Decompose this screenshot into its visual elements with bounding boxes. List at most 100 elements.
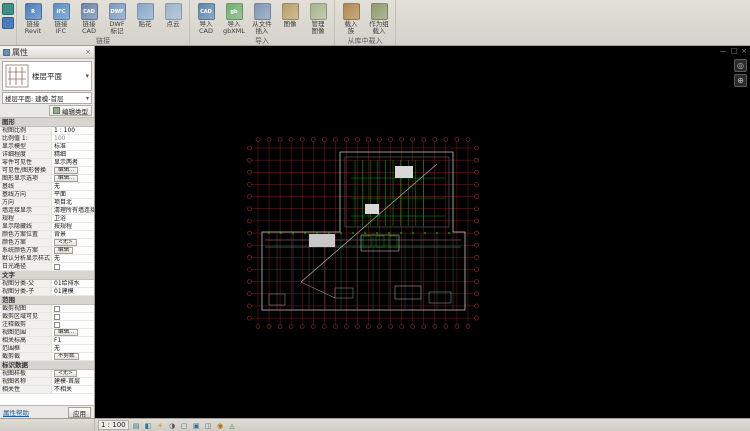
property-value[interactable]: 背景 (52, 231, 94, 238)
ribbon-button[interactable]: 载入 族 (337, 1, 365, 36)
property-label: 可见性/图形替换 (0, 167, 52, 174)
dwf-markup-icon: DWF (108, 3, 126, 20)
property-value[interactable]: 无 (52, 255, 94, 262)
property-checkbox[interactable] (54, 305, 60, 312)
property-label: 视图比例 (0, 127, 52, 134)
property-section-header[interactable]: 图形 (0, 118, 94, 127)
view-type-combo[interactable]: 楼层平面: 建模-首层 ▾ (2, 92, 92, 104)
ribbon-button[interactable]: 贴花 (131, 1, 159, 28)
property-value[interactable]: 精细 (52, 151, 94, 158)
property-value[interactable]: 按规程 (52, 223, 94, 230)
edit-type-button[interactable]: 编辑类型 (49, 105, 92, 116)
property-row: 方向 项目北 (0, 199, 94, 207)
type-selector[interactable]: 楼层平面 ▾ (2, 61, 92, 91)
ribbon-button[interactable]: 点云 (159, 1, 187, 28)
property-section-header[interactable]: 标识数据 (0, 361, 94, 370)
property-value[interactable]: 标准 (52, 143, 94, 150)
property-value[interactable]: F1 (52, 337, 94, 344)
status-bar-left-pad (0, 419, 95, 431)
properties-help-link[interactable]: 属性帮助 (3, 407, 29, 417)
property-label: 详细程度 (0, 151, 52, 158)
point-cloud-icon (164, 3, 182, 20)
ribbon-button-label: 从文件 插入 (252, 20, 272, 36)
property-value[interactable]: 卫浴 (52, 215, 94, 222)
load-as-group-icon (370, 3, 388, 20)
property-value[interactable]: 无 (52, 183, 94, 190)
property-edit-button[interactable]: 编辑... (54, 167, 79, 174)
property-value[interactable]: 不相关 (52, 386, 94, 393)
ribbon-button[interactable]: DWF DWF 标记 (103, 1, 131, 36)
property-value[interactable]: 平面 (52, 191, 94, 198)
apply-button[interactable]: 应用 (68, 406, 91, 418)
stub-select-icon[interactable] (2, 17, 14, 29)
property-value[interactable]: 项目北 (52, 199, 94, 206)
property-label: 显示隐藏线 (0, 223, 52, 230)
property-edit-button[interactable]: 编辑 (54, 247, 74, 254)
property-label: 系统颜色方案 (0, 247, 52, 254)
edit-type-label: 编辑类型 (62, 107, 88, 116)
view-restore-icon[interactable]: □ (731, 47, 738, 56)
reveal-hidden-elements-icon[interactable]: ◉ (215, 420, 226, 430)
property-checkbox[interactable] (54, 263, 60, 270)
property-value[interactable]: 建模-首层 (52, 378, 94, 385)
property-value[interactable]: 01建模 (52, 288, 94, 295)
property-edit-button[interactable]: <无> (54, 239, 77, 246)
property-value[interactable]: 显示两者 (52, 159, 94, 166)
crop-view-icon[interactable]: ▢ (179, 420, 190, 430)
floor-plan-drawing[interactable] (95, 46, 750, 418)
property-edit-button[interactable]: <无> (54, 370, 77, 377)
property-row: 视图样板 <无> (0, 370, 94, 378)
property-section-header[interactable]: 文字 (0, 271, 94, 280)
view-scale-button[interactable]: 1 : 100 (98, 420, 129, 430)
properties-close-icon[interactable]: × (85, 48, 91, 56)
property-value[interactable]: 无 (52, 345, 94, 352)
sun-path-icon[interactable]: ☀ (155, 420, 166, 430)
detail-level-icon[interactable]: ▤ (131, 420, 142, 430)
property-row: 显示隐藏线 按规程 (0, 223, 94, 231)
ribbon-button[interactable]: 从文件 插入 (248, 1, 276, 36)
ribbon-button[interactable]: CAD 链接 CAD (75, 1, 103, 36)
property-row: 规程 卫浴 (0, 215, 94, 223)
property-edit-button[interactable]: 编辑... (54, 175, 79, 182)
ribbon-button[interactable]: 管理 图像 (304, 1, 332, 36)
ribbon-button[interactable]: IFC 链接 IFC (47, 1, 75, 36)
ribbon-button[interactable]: CAD 导入 CAD (192, 1, 220, 36)
property-value-text: 精细 (54, 151, 67, 158)
ribbon-button[interactable]: gb 导入 gbXML (220, 1, 248, 36)
temporary-hide-isolate-icon[interactable]: ◫ (203, 420, 214, 430)
steering-wheel-icon[interactable]: ◎ (734, 59, 747, 72)
property-value[interactable]: 01给排水 (52, 280, 94, 287)
decal-icon (136, 3, 154, 20)
property-checkbox[interactable] (54, 313, 60, 320)
property-value (52, 305, 94, 312)
ribbon-button[interactable]: R 链接 Revit (19, 1, 47, 36)
shadows-icon[interactable]: ◑ (167, 420, 178, 430)
property-edit-button[interactable]: 编辑... (54, 329, 79, 336)
ribbon-button[interactable]: 图像 (276, 1, 304, 28)
property-value[interactable]: 清理所有墙连接 (52, 207, 94, 214)
view-minimize-icon[interactable]: — (720, 47, 727, 56)
property-value[interactable]: 1 : 100 (52, 127, 94, 134)
property-section-header[interactable]: 范围 (0, 296, 94, 305)
analytical-model-icon[interactable]: ◬ (227, 420, 238, 430)
zoom-icon[interactable]: ⊕ (734, 74, 747, 87)
property-row: 基线方向 平面 (0, 191, 94, 199)
ribbon-button-label: 导入 gbXML (223, 20, 245, 36)
show-crop-region-icon[interactable]: ▣ (191, 420, 202, 430)
stub-modify-icon[interactable] (2, 3, 14, 15)
property-value[interactable]: 100 (52, 135, 94, 142)
drawing-viewport[interactable]: — □ × ◎ ⊕ (95, 46, 750, 418)
property-edit-button[interactable]: 不剪裁 (54, 353, 79, 360)
property-checkbox[interactable] (54, 321, 60, 328)
property-value: 不剪裁 (52, 353, 94, 360)
property-row: 图形显示选项 编辑... (0, 175, 94, 183)
property-value (52, 321, 94, 328)
view-close-icon[interactable]: × (741, 47, 747, 56)
property-row: 日光路径 (0, 263, 94, 271)
ribbon-button[interactable]: 作为组 载入 (365, 1, 393, 36)
property-label: 视图分类-父 (0, 280, 52, 287)
visual-style-icon[interactable]: ◧ (143, 420, 154, 430)
property-label: 截剪裁 (0, 353, 52, 360)
property-value-text: 按规程 (54, 223, 73, 230)
property-value (52, 313, 94, 320)
